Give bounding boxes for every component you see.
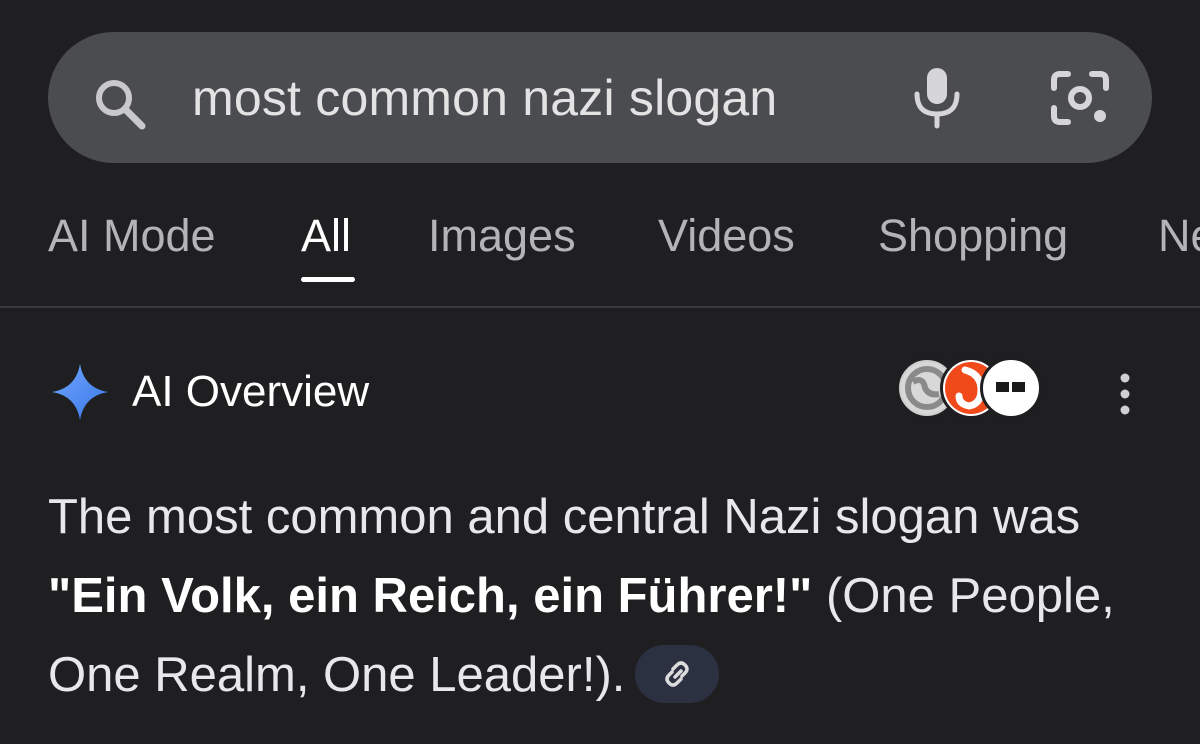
more-options-icon[interactable]	[1110, 372, 1140, 416]
tab-ai-mode[interactable]: AI Mode	[48, 210, 216, 262]
dark-blocks-source-icon[interactable]	[980, 357, 1042, 419]
answer-slogan: "Ein Volk, ein Reich, ein Führer!"	[48, 569, 813, 623]
tab-news[interactable]: Ne	[1158, 210, 1200, 262]
tabs-divider	[0, 306, 1200, 308]
active-tab-indicator	[301, 277, 355, 282]
camera-lens-icon[interactable]	[1048, 68, 1112, 128]
microphone-icon[interactable]	[910, 66, 964, 130]
search-icon[interactable]	[90, 74, 150, 134]
source-favicons[interactable]	[896, 357, 1046, 423]
tab-all[interactable]: All	[301, 210, 351, 262]
ai-overview-answer: The most common and central Nazi slogan …	[48, 478, 1158, 715]
link-icon	[665, 661, 690, 687]
citation-link-button[interactable]	[635, 645, 720, 704]
gemini-sparkle-icon	[52, 364, 108, 420]
search-tabs: AI Mode All Images Videos Shopping Ne	[0, 200, 1200, 306]
search-input[interactable]: most common nazi slogan	[192, 66, 777, 130]
tab-images[interactable]: Images	[428, 210, 576, 262]
tab-shopping[interactable]: Shopping	[878, 210, 1068, 262]
answer-text-intro: The most common and central Nazi slogan …	[48, 490, 1081, 544]
tab-videos[interactable]: Videos	[658, 210, 795, 262]
search-results-page: most common nazi slogan AI Mode All Imag…	[0, 0, 1200, 744]
ai-overview-title: AI Overview	[132, 367, 370, 416]
